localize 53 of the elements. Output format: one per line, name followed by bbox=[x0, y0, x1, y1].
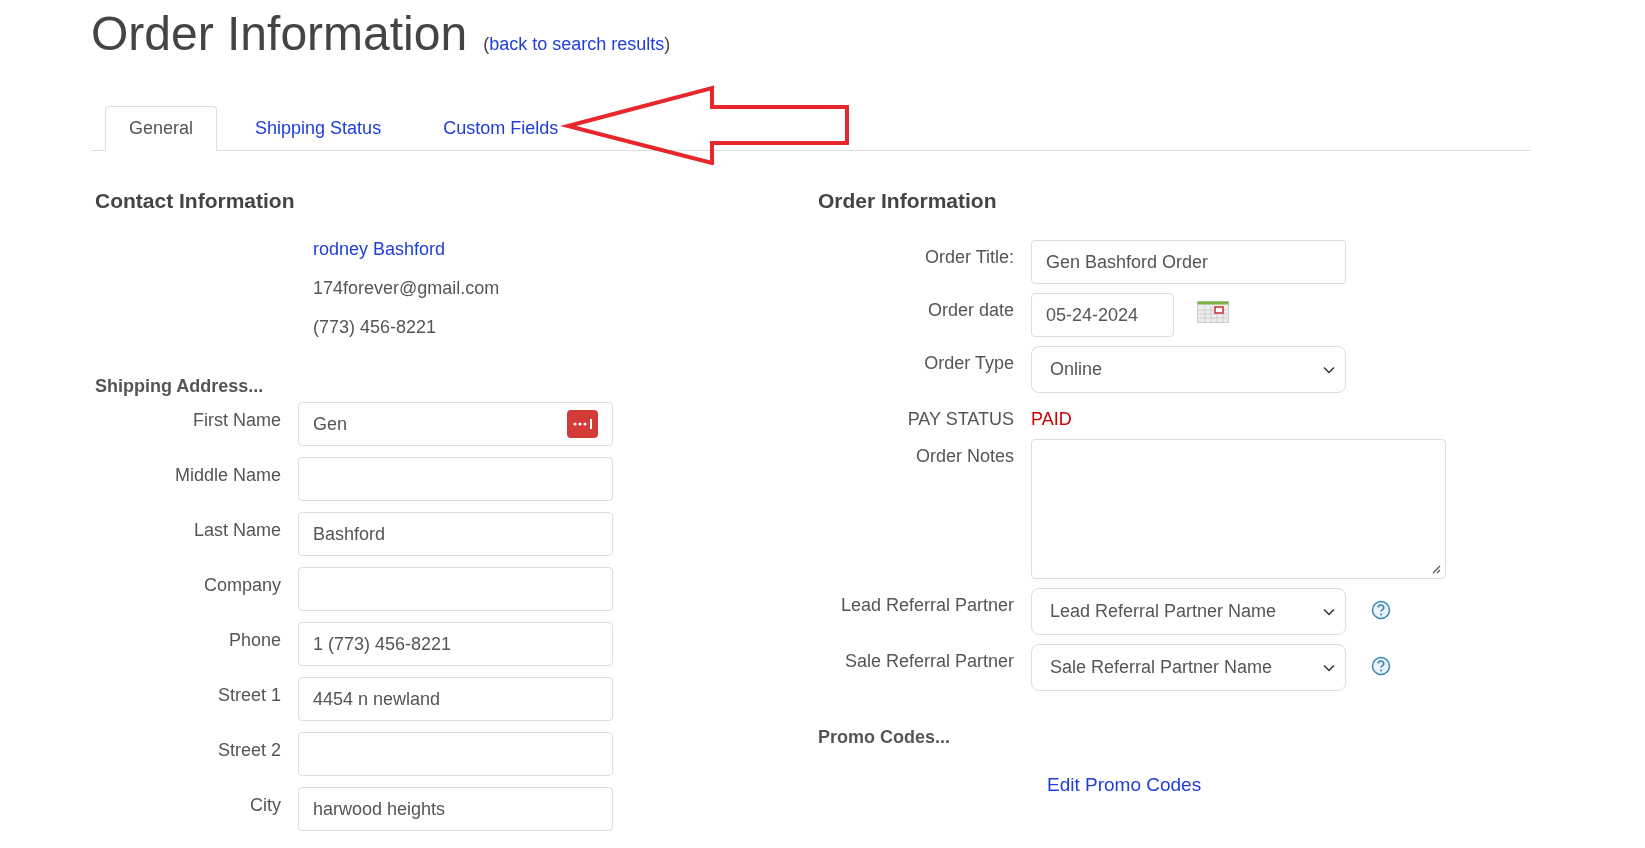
field-label: Middle Name bbox=[173, 464, 281, 486]
page-title: Order Information bbox=[91, 6, 468, 61]
text-field[interactable]: Gen Bashford Order bbox=[1031, 240, 1346, 284]
text-field[interactable] bbox=[298, 732, 613, 776]
dropdown[interactable]: Lead Referral Partner Name bbox=[1031, 588, 1346, 635]
field-label: Street 2 bbox=[216, 739, 281, 761]
contact-email: 174forever@gmail.com bbox=[313, 278, 501, 299]
parenthesis: ) bbox=[664, 34, 671, 54]
section-heading: Contact Information bbox=[95, 189, 296, 213]
notes-field[interactable] bbox=[1031, 439, 1446, 579]
edit-promo-codes-link[interactable]: Edit Promo Codes bbox=[1047, 774, 1202, 796]
tab[interactable]: Shipping Status bbox=[231, 106, 406, 151]
field-label: Order date bbox=[926, 299, 1014, 321]
section-heading: Shipping Address... bbox=[95, 376, 265, 397]
field-label: Last Name bbox=[192, 519, 281, 541]
password-manager-icon[interactable] bbox=[567, 410, 598, 438]
tab[interactable]: Custom Fields bbox=[419, 106, 583, 151]
text-field[interactable]: Bashford bbox=[298, 512, 613, 556]
back-link[interactable]: back to search results bbox=[489, 34, 665, 54]
text-field[interactable] bbox=[298, 457, 613, 501]
field-label: Order Title: bbox=[923, 246, 1014, 268]
field-label: Company bbox=[202, 574, 281, 596]
tab[interactable]: General bbox=[105, 106, 218, 151]
caret-icon bbox=[1323, 607, 1335, 616]
contact-name-link[interactable]: rodney Bashford bbox=[313, 239, 814, 260]
text-field[interactable]: 4454 n newland bbox=[298, 677, 613, 721]
help-icon[interactable] bbox=[1371, 656, 1391, 676]
dropdown[interactable]: Sale Referral Partner Name bbox=[1031, 644, 1346, 691]
field-label: Order Type bbox=[923, 352, 1014, 374]
date-field[interactable]: 05-24-2024 bbox=[1031, 293, 1174, 337]
calendar-icon[interactable] bbox=[1197, 301, 1229, 323]
contact-phone: (773) 456-8221 bbox=[313, 317, 438, 338]
caret-icon bbox=[1323, 365, 1335, 374]
parenthesis: ( bbox=[483, 34, 490, 54]
status-value: PAID bbox=[1031, 408, 1072, 430]
text-field[interactable]: harwood heights bbox=[298, 787, 613, 831]
field-label: Sale Referral Partner bbox=[843, 650, 1014, 672]
field-label: Phone bbox=[227, 629, 281, 651]
field-label: PAY STATUS bbox=[906, 408, 1014, 430]
dropdown[interactable]: Online bbox=[1031, 346, 1346, 393]
field-label: Lead Referral Partner bbox=[839, 594, 1014, 616]
text-field[interactable] bbox=[298, 567, 613, 611]
resize-handle-icon[interactable] bbox=[1431, 564, 1441, 574]
text-field[interactable]: Gen bbox=[298, 402, 613, 446]
field-label: City bbox=[249, 794, 281, 816]
text-field[interactable]: 1 (773) 456-8221 bbox=[298, 622, 613, 666]
field-label: First Name bbox=[192, 409, 281, 431]
field-label: Street 1 bbox=[216, 684, 281, 706]
section-heading: Order Information bbox=[818, 189, 998, 213]
caret-icon bbox=[1323, 663, 1335, 672]
help-icon[interactable] bbox=[1371, 600, 1391, 620]
field-label: Order Notes bbox=[914, 445, 1014, 467]
section-heading: Promo Codes... bbox=[818, 727, 952, 748]
